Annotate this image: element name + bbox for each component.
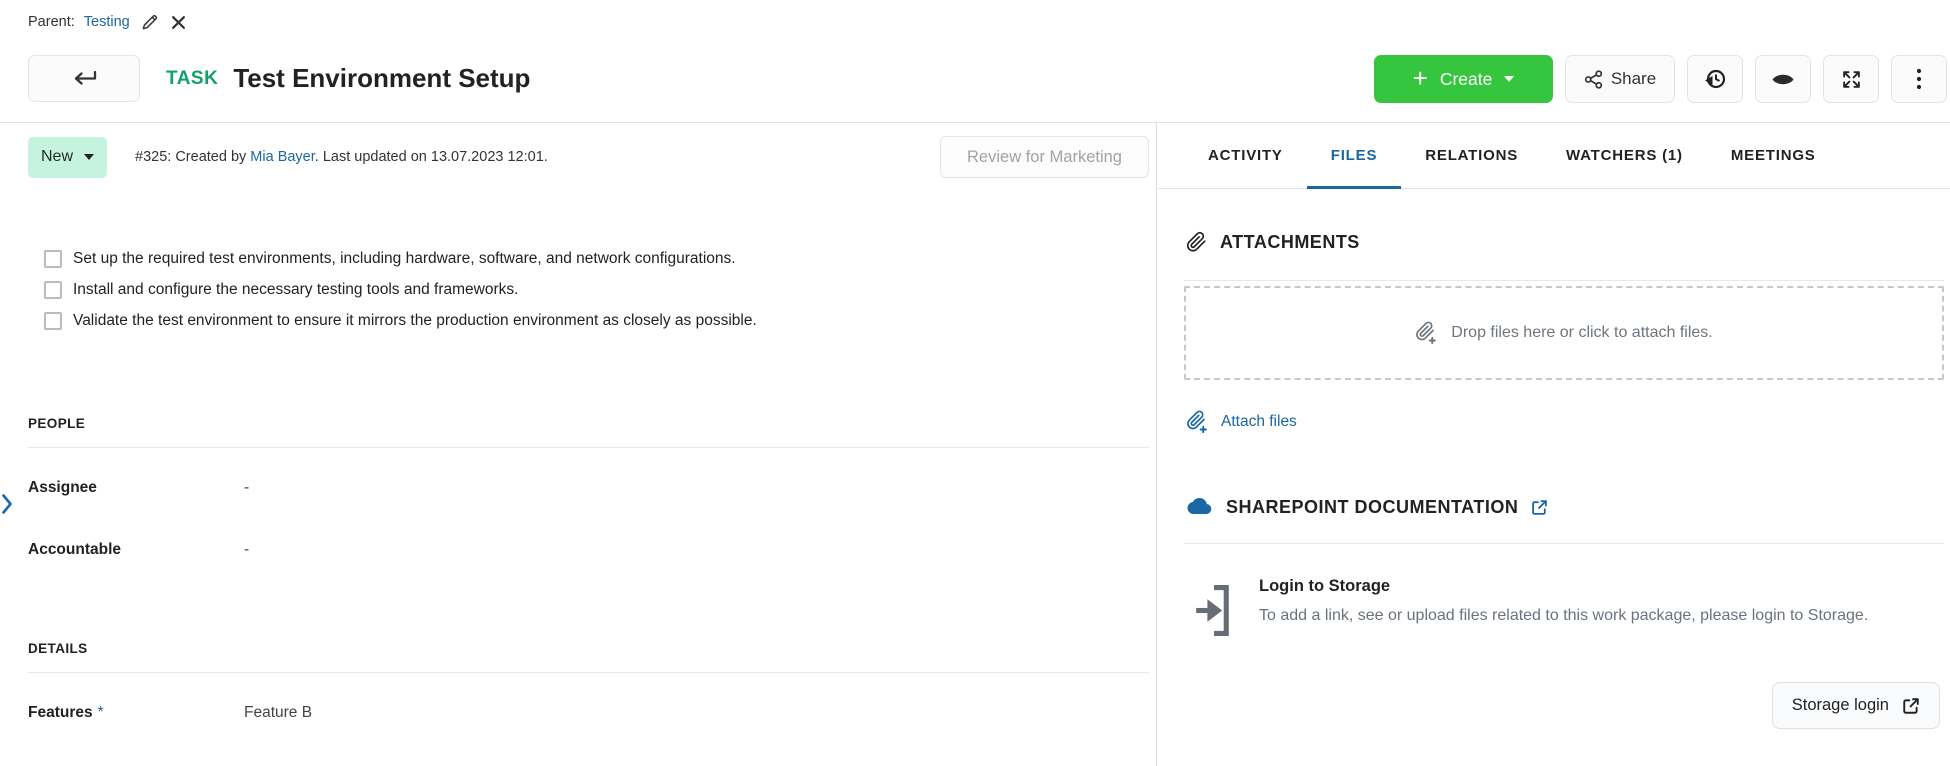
share-button[interactable]: Share (1565, 55, 1675, 103)
create-button-label: Create (1440, 69, 1493, 90)
attribute-row-features: Features * Feature B (28, 699, 1149, 727)
expand-icon (1841, 69, 1862, 90)
close-icon (171, 15, 186, 30)
storage-login-block: Login to Storage To add a link, see or u… (1194, 575, 1907, 638)
work-package-page: Parent: Testing TASK Test Environment Se… (0, 0, 1950, 766)
checkbox-unchecked[interactable] (44, 281, 62, 299)
page-title[interactable]: Test Environment Setup (233, 63, 530, 94)
attribute-value[interactable]: Feature B (244, 704, 312, 722)
storage-login-button[interactable]: Storage login (1772, 682, 1940, 729)
attach-files-label: Attach files (1221, 413, 1297, 431)
section-title: DETAILS (28, 641, 1149, 656)
create-button[interactable]: + Create (1374, 55, 1553, 103)
checklist-item: Install and configure the necessary test… (44, 274, 757, 305)
back-button[interactable] (28, 55, 140, 102)
checklist-item: Set up the required test environments, i… (44, 243, 757, 274)
attribute-value[interactable]: - (244, 541, 249, 559)
plus-icon: + (1413, 65, 1428, 91)
attribute-label: Accountable (28, 541, 244, 559)
paperclip-plus-icon (1415, 321, 1438, 345)
status-row: New #325: Created by Mia Bayer. Last upd… (28, 135, 1149, 179)
attribute-row-assignee: Assignee - (28, 474, 1149, 502)
section-title: PEOPLE (28, 416, 1149, 431)
meta-prefix: #325: Created by (135, 149, 250, 165)
chevron-down-icon (84, 154, 94, 160)
section-divider (1184, 543, 1944, 544)
tab-watchers[interactable]: WATCHERS (1) (1542, 123, 1707, 188)
login-icon (1194, 575, 1231, 638)
checkbox-unchecked[interactable] (44, 312, 62, 330)
login-description: To add a link, see or upload files relat… (1259, 603, 1907, 629)
attribute-value[interactable]: - (244, 479, 249, 497)
attribute-label: Features * (28, 704, 244, 722)
toolbar: + Create Share (1374, 55, 1947, 103)
baseline-comparison-button[interactable] (1687, 55, 1743, 103)
history-clock-icon (1703, 67, 1727, 91)
kebab-icon (1916, 68, 1922, 90)
attribute-label: Assignee (28, 479, 244, 497)
header: Parent: Testing TASK Test Environment Se… (0, 0, 1950, 123)
sharepoint-title: SHAREPOINT DOCUMENTATION (1226, 497, 1518, 518)
external-link-icon (1531, 499, 1548, 516)
watch-button[interactable] (1755, 55, 1811, 103)
meta-suffix: . Last updated on 13.07.2023 12:01. (315, 149, 548, 165)
status-dropdown[interactable]: New (28, 137, 107, 178)
share-icon (1584, 70, 1603, 89)
edit-parent-button[interactable] (139, 12, 160, 33)
work-package-meta: #325: Created by Mia Bayer. Last updated… (135, 149, 548, 165)
tab-meetings[interactable]: MEETINGS (1707, 123, 1840, 188)
checkbox-unchecked[interactable] (44, 250, 62, 268)
tab-bar: ACTIVITY FILES RELATIONS WATCHERS (1) ME… (1158, 123, 1950, 189)
section-divider (28, 672, 1149, 673)
title-area: TASK Test Environment Setup (166, 55, 530, 102)
people-section: PEOPLE Assignee - Accountable - (28, 416, 1149, 564)
eye-icon (1771, 72, 1795, 87)
external-link-icon (1902, 697, 1920, 715)
tab-relations[interactable]: RELATIONS (1401, 123, 1542, 188)
remove-parent-button[interactable] (169, 13, 188, 32)
attachments-header: ATTACHMENTS (1186, 231, 1360, 253)
cloud-icon (1186, 496, 1213, 518)
login-title: Login to Storage (1259, 575, 1907, 597)
paperclip-plus-icon (1186, 410, 1209, 434)
status-label: New (41, 148, 73, 166)
files-side-pane: ACTIVITY FILES RELATIONS WATCHERS (1) ME… (1158, 123, 1950, 766)
attach-files-link[interactable]: Attach files (1186, 409, 1297, 435)
section-divider (28, 447, 1149, 448)
collapse-chevron-icon[interactable] (1, 493, 13, 515)
sharepoint-header[interactable]: SHAREPOINT DOCUMENTATION (1186, 496, 1548, 518)
file-dropzone[interactable]: Drop files here or click to attach files… (1184, 286, 1944, 380)
breadcrumb-parent: Parent: Testing (28, 10, 188, 34)
arrow-back-icon (69, 69, 99, 88)
checklist-item: Validate the test environment to ensure … (44, 305, 757, 336)
author-link[interactable]: Mia Bayer (250, 149, 314, 165)
attribute-label-text: Features (28, 704, 93, 722)
chevron-down-icon (1504, 76, 1514, 82)
parent-link[interactable]: Testing (84, 14, 130, 30)
workflow-transition-button[interactable]: Review for Marketing (940, 136, 1149, 178)
checklist-item-text: Validate the test environment to ensure … (73, 312, 757, 330)
required-marker: * (98, 704, 104, 722)
dropzone-text: Drop files here or click to attach files… (1451, 324, 1712, 342)
share-button-label: Share (1611, 69, 1656, 89)
section-divider (1184, 280, 1944, 281)
checklist-item-text: Install and configure the necessary test… (73, 281, 518, 299)
checklist-item-text: Set up the required test environments, i… (73, 250, 736, 268)
attribute-row-accountable: Accountable - (28, 536, 1149, 564)
storage-login-label: Storage login (1792, 696, 1889, 715)
more-menu-button[interactable] (1891, 55, 1947, 103)
tab-activity[interactable]: ACTIVITY (1184, 123, 1307, 188)
paperclip-icon (1186, 231, 1207, 253)
pencil-icon (141, 14, 158, 31)
attachments-title: ATTACHMENTS (1220, 232, 1360, 253)
details-section: DETAILS Features * Feature B (28, 641, 1149, 727)
work-package-detail-pane: New #325: Created by Mia Bayer. Last upd… (0, 123, 1157, 766)
work-package-type[interactable]: TASK (166, 68, 218, 90)
fullscreen-button[interactable] (1823, 55, 1879, 103)
login-texts: Login to Storage To add a link, see or u… (1259, 575, 1907, 638)
tab-files[interactable]: FILES (1307, 123, 1402, 188)
parent-label: Parent: (28, 14, 75, 30)
description-checklist: Set up the required test environments, i… (44, 243, 757, 336)
